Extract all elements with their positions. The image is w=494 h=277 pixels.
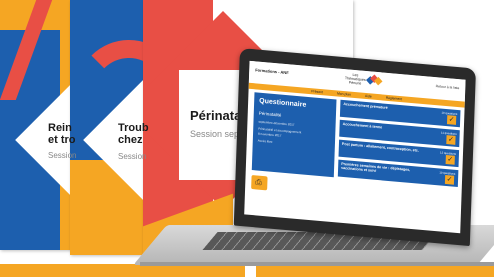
panel-title: Questionnaire (259, 97, 307, 109)
panel-line: septembre-décembre 2017 (258, 119, 295, 127)
panel-subtitle: Périnatalité (258, 110, 282, 118)
nav-item[interactable]: Aide (365, 94, 372, 99)
check-icon: ✓ (444, 174, 455, 185)
laptop-screen: Formations - ANF Les Thématiques Pénurie… (244, 60, 466, 234)
module-label: Accouchement à terme (342, 121, 383, 130)
nav-item[interactable]: Mon plan (337, 91, 351, 96)
brochure-title: chez (118, 134, 143, 146)
brochure-title: Rein (48, 122, 72, 134)
questionnaire-panel: Questionnaire Périnatalité septembre-déc… (251, 92, 337, 178)
panel-line: Accès libre (257, 138, 273, 144)
check-icon: ✓ (446, 135, 456, 145)
brochure-session: Session (118, 152, 147, 161)
print-button[interactable]: ⎙ (251, 175, 268, 191)
app-logo-text: Les Thématiques Pénurie (344, 72, 366, 86)
logo-icon (366, 74, 383, 86)
printer-icon: ⎙ (255, 177, 262, 187)
nav-item[interactable]: Présent (311, 89, 323, 94)
laptop-lid: Formations - ANF Les Thématiques Pénurie… (233, 48, 476, 247)
brochure-title: Troub (118, 122, 149, 134)
module-label: Accouchement prématuré (343, 102, 388, 110)
check-icon: ✓ (445, 155, 455, 165)
back-to-list-link[interactable]: Retour à la liste (436, 84, 460, 90)
module-label: Premières semaines de vie : dépistages, … (341, 161, 411, 173)
nav-item[interactable]: Règlement (386, 96, 403, 101)
module-list: Accouchement prématuré 10 questions ✓ Ac… (337, 99, 461, 190)
promo-scene: Les Trait Pres Rein et tro Session Troub… (0, 0, 494, 277)
module-label: Post partum : allaitement, contraception… (341, 141, 419, 153)
laptop-edge (140, 262, 494, 266)
brochure-session: Session (48, 151, 77, 160)
check-icon: ✓ (446, 115, 457, 125)
panel-line: 8 novembre 2017 (257, 131, 282, 138)
brochure-title: et tro (48, 134, 76, 146)
app-brand: Formations - ANF (255, 67, 289, 76)
